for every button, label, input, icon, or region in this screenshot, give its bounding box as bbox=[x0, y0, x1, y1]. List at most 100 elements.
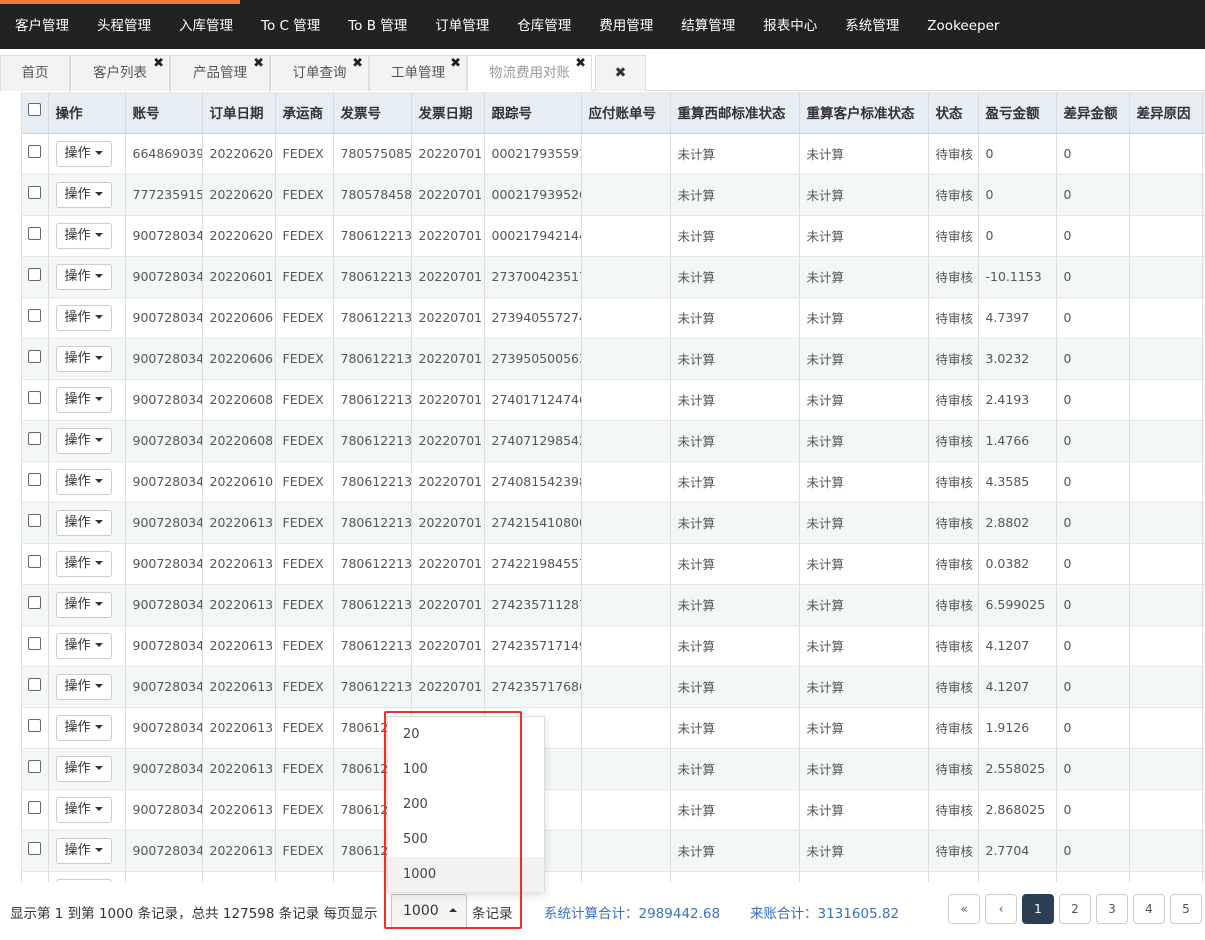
nav-item[interactable]: 结算管理 bbox=[667, 4, 749, 49]
table-cell: 4.7397 bbox=[978, 297, 1057, 339]
table-cell bbox=[581, 830, 671, 872]
nav-item[interactable]: 仓库管理 bbox=[503, 4, 585, 49]
row-action-button[interactable]: 操作 bbox=[55, 550, 112, 577]
tab-2[interactable]: 产品管理 ✖ bbox=[170, 55, 270, 91]
close-icon[interactable]: ✖ bbox=[352, 47, 363, 81]
row-checkbox[interactable] bbox=[28, 473, 42, 486]
page-button[interactable]: 2 bbox=[1059, 894, 1091, 924]
row-checkbox[interactable] bbox=[28, 842, 42, 855]
table-row: 操作90072803420220613FEDEX7806122138283未计算… bbox=[22, 748, 1205, 790]
table-cell: 780612213 bbox=[333, 625, 412, 667]
reconciliation-table: 操作 账号 订单日期 承运商 发票号 发票日期 跟踪号 应付账单号 重算西邮标准状态 重算客户标准… bbox=[22, 92, 1205, 882]
nav-item[interactable]: To C 管理 bbox=[247, 4, 334, 49]
page-size-option[interactable]: 500 bbox=[388, 822, 544, 857]
row-action-button[interactable]: 操作 bbox=[55, 222, 112, 249]
table-cell: FEDEX bbox=[275, 666, 334, 708]
page-button[interactable]: 4 bbox=[1133, 894, 1165, 924]
row-checkbox[interactable] bbox=[28, 596, 42, 609]
column-header: 跟踪号 bbox=[484, 92, 582, 134]
table-cell: 274081542398 bbox=[484, 461, 582, 503]
column-header: 账号 bbox=[125, 92, 203, 134]
table-cell: 待审核 bbox=[928, 830, 979, 872]
row-checkbox[interactable] bbox=[28, 760, 42, 773]
row-checkbox[interactable] bbox=[28, 391, 42, 404]
row-action-button[interactable]: 操作 bbox=[55, 755, 112, 782]
row-action-cell: 操作 bbox=[48, 256, 126, 298]
close-icon[interactable]: ✖ bbox=[450, 47, 461, 81]
nav-item[interactable]: 客户管理 bbox=[0, 4, 83, 49]
tab-5[interactable]: 物流费用对账 ✖ bbox=[467, 55, 592, 91]
close-all-tabs-button[interactable]: ✖ bbox=[595, 55, 646, 91]
table-cell: 0 bbox=[1056, 461, 1130, 503]
table-cell: 20220701 bbox=[411, 297, 485, 339]
row-action-button[interactable]: 操作 bbox=[55, 714, 112, 741]
row-action-button[interactable]: 操作 bbox=[55, 468, 112, 495]
row-action-button[interactable]: 操作 bbox=[55, 591, 112, 618]
nav-item[interactable]: 系统管理 bbox=[831, 4, 913, 49]
table-cell bbox=[1129, 748, 1203, 790]
close-icon[interactable]: ✖ bbox=[575, 47, 586, 81]
page-button[interactable]: 1 bbox=[1022, 894, 1054, 924]
nav-item[interactable]: Zookeeper bbox=[913, 4, 1013, 49]
row-checkbox[interactable] bbox=[28, 227, 42, 240]
tab-label: 物流费用对账 bbox=[489, 65, 570, 81]
row-action-button[interactable]: 操作 bbox=[55, 632, 112, 659]
row-checkbox[interactable] bbox=[28, 555, 42, 568]
select-all-checkbox[interactable] bbox=[28, 102, 42, 116]
row-action-button[interactable]: 操作 bbox=[55, 181, 112, 208]
row-checkbox[interactable] bbox=[28, 432, 42, 445]
nav-item[interactable]: 费用管理 bbox=[585, 4, 667, 49]
page-size-select[interactable]: 1000 bbox=[391, 894, 467, 928]
page-size-option[interactable]: 20 bbox=[388, 717, 544, 752]
nav-item[interactable]: 头程管理 bbox=[83, 4, 165, 49]
close-icon[interactable]: ✖ bbox=[153, 47, 164, 81]
row-action-button[interactable]: 操作 bbox=[55, 837, 112, 864]
row-checkbox[interactable] bbox=[28, 309, 42, 322]
row-checkbox[interactable] bbox=[28, 145, 42, 158]
table-cell bbox=[1129, 707, 1203, 749]
row-action-button[interactable]: 操作 bbox=[55, 878, 112, 882]
table-cell: 20220701 bbox=[411, 461, 485, 503]
row-checkbox[interactable] bbox=[28, 719, 42, 732]
row-checkbox[interactable] bbox=[28, 186, 42, 199]
page-button[interactable]: 5 bbox=[1170, 894, 1202, 924]
row-action-button[interactable]: 操作 bbox=[55, 509, 112, 536]
tab-0[interactable]: 首页 bbox=[0, 55, 70, 91]
page-size-option[interactable]: 200 bbox=[388, 787, 544, 822]
page-button[interactable]: « bbox=[948, 894, 980, 924]
page-button[interactable]: 3 bbox=[1096, 894, 1128, 924]
page-size-option[interactable]: 100 bbox=[388, 752, 544, 787]
tab-3[interactable]: 订单查询 ✖ bbox=[270, 55, 369, 91]
tab-1[interactable]: 客户列表 ✖ bbox=[70, 55, 170, 91]
table-cell: 待审核 bbox=[928, 338, 979, 380]
nav-item[interactable]: 入库管理 bbox=[165, 4, 247, 49]
row-action-button[interactable]: 操作 bbox=[55, 427, 112, 454]
nav-item[interactable]: To B 管理 bbox=[334, 4, 421, 49]
row-action-button[interactable]: 操作 bbox=[55, 263, 112, 290]
row-checkbox[interactable] bbox=[28, 678, 42, 691]
close-icon[interactable]: ✖ bbox=[253, 47, 264, 81]
row-action-button[interactable]: 操作 bbox=[55, 673, 112, 700]
row-checkbox[interactable] bbox=[28, 801, 42, 814]
nav-item[interactable]: 报表中心 bbox=[749, 4, 831, 49]
row-action-cell: 操作 bbox=[48, 666, 126, 708]
row-checkbox[interactable] bbox=[28, 637, 42, 650]
tab-4[interactable]: 工单管理 ✖ bbox=[369, 55, 467, 91]
table-cell bbox=[1129, 297, 1203, 339]
row-checkbox[interactable] bbox=[28, 514, 42, 527]
row-action-button[interactable]: 操作 bbox=[55, 345, 112, 372]
row-action-cell: 操作 bbox=[48, 297, 126, 339]
row-action-button[interactable]: 操作 bbox=[55, 796, 112, 823]
table-cell bbox=[581, 256, 671, 298]
page-size-option[interactable]: 1000 bbox=[388, 857, 544, 892]
row-checkbox-cell bbox=[22, 215, 49, 257]
nav-item[interactable]: 订单管理 bbox=[421, 4, 503, 49]
row-action-cell: 操作 bbox=[48, 543, 126, 585]
row-action-button[interactable]: 操作 bbox=[55, 140, 112, 167]
row-action-button[interactable]: 操作 bbox=[55, 304, 112, 331]
table-cell bbox=[581, 420, 671, 462]
row-checkbox[interactable] bbox=[28, 268, 42, 281]
page-button[interactable]: ‹ bbox=[985, 894, 1017, 924]
row-action-button[interactable]: 操作 bbox=[55, 386, 112, 413]
row-checkbox[interactable] bbox=[28, 350, 42, 363]
